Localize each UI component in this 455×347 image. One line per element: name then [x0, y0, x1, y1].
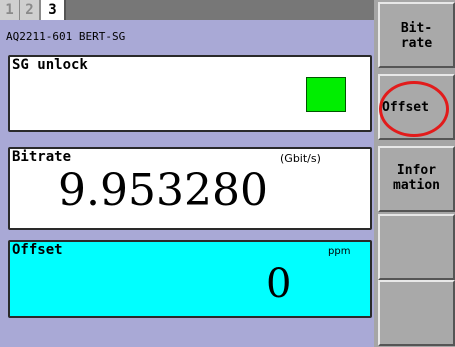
module-model-label: AQ2211-601 BERT-SG: [6, 30, 126, 43]
bitrate-panel[interactable]: Bitrate (Gbit/s) 9.953280: [8, 147, 372, 230]
softkey-panel: Bit- rate Offset Infor mation: [374, 0, 455, 347]
page-tab-strip: 1 2 3: [0, 0, 378, 20]
information-softkey-line2: mation: [393, 178, 440, 193]
sg-lock-indicator: [306, 77, 346, 112]
blank-softkey-4[interactable]: [378, 214, 455, 280]
offset-title: Offset: [12, 242, 63, 258]
information-softkey-line1: Infor: [396, 163, 437, 178]
bitrate-unit: (Gbit/s): [280, 152, 321, 165]
tab-page-1[interactable]: 1: [0, 0, 20, 20]
tab-page-3[interactable]: 3: [40, 0, 66, 20]
bitrate-value: 9.953280: [58, 165, 268, 216]
bitrate-softkey-line2: rate: [400, 36, 433, 51]
offset-highlight-circle: [379, 81, 449, 137]
instrument-screen: 1 2 3 AQ2211-601 BERT-SG SG unlock Bitra…: [0, 0, 455, 347]
information-softkey[interactable]: Infor mation: [378, 146, 455, 212]
sg-status-title: SG unlock: [12, 57, 88, 73]
offset-value: 0: [266, 261, 292, 307]
tab-page-2[interactable]: 2: [20, 0, 40, 20]
bitrate-softkey-line1: Bit-: [400, 21, 433, 36]
offset-unit: ppm: [328, 246, 351, 257]
bitrate-softkey[interactable]: Bit- rate: [378, 2, 455, 68]
offset-panel[interactable]: Offset ppm 0: [8, 240, 372, 318]
blank-softkey-5[interactable]: [378, 280, 455, 346]
sg-status-panel: SG unlock: [8, 55, 372, 132]
